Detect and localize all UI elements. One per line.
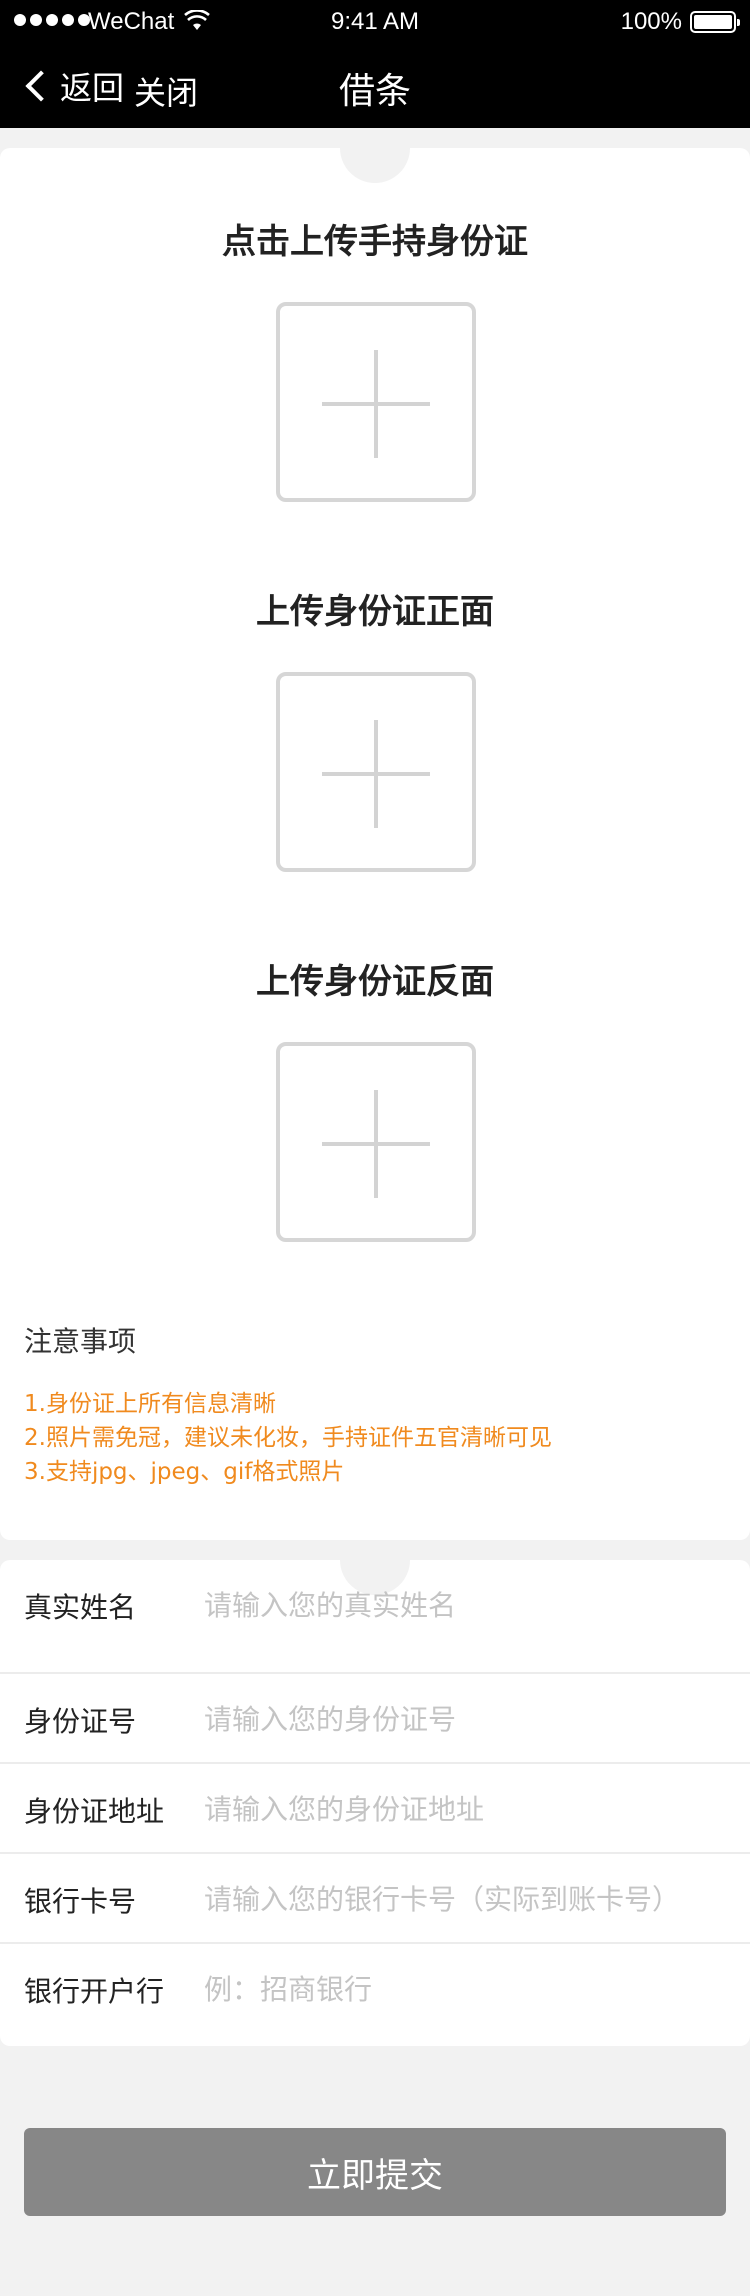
real-name-input[interactable]	[204, 1578, 724, 1632]
bank-card-label: 银行卡号	[24, 1885, 137, 1918]
notes-title: 注意事项	[24, 1325, 137, 1358]
card-notch	[340, 148, 410, 183]
id-address-input[interactable]	[204, 1782, 724, 1836]
form-row-bank-card: 银行卡号	[0, 1854, 750, 1944]
bank-card-input[interactable]	[204, 1872, 724, 1926]
submit-button[interactable]: 立即提交	[24, 2128, 726, 2216]
id-number-label: 身份证号	[24, 1705, 137, 1738]
upload-id-back-button[interactable]	[276, 1042, 476, 1242]
status-bar: WeChat 9:41 AM 100%	[0, 0, 750, 44]
form-row-bank-branch: 银行开户行	[0, 1944, 750, 2034]
upload-title-handheld-id: 点击上传手持身份证	[222, 222, 528, 262]
plus-icon-vertical	[374, 350, 378, 458]
id-address-label: 身份证地址	[24, 1795, 165, 1828]
real-name-label: 真实姓名	[24, 1591, 137, 1624]
plus-icon-vertical	[374, 720, 378, 828]
upload-title-id-front: 上传身份证正面	[256, 592, 494, 632]
battery-percent: 100%	[620, 8, 682, 35]
form-row-id-number: 身份证号	[0, 1674, 750, 1764]
note-line-2: 2.照片需免冠，建议未化妆，手持证件五官清晰可见	[24, 1425, 552, 1451]
info-form-card: 真实姓名 身份证号 身份证地址 银行卡号 银行开户行	[0, 1560, 750, 2046]
upload-handheld-id-button[interactable]	[276, 302, 476, 502]
upload-id-front-button[interactable]	[276, 672, 476, 872]
bank-branch-input[interactable]	[204, 1962, 724, 2016]
form-row-real-name: 真实姓名	[0, 1560, 750, 1650]
note-line-1: 1.身份证上所有信息清晰	[24, 1391, 276, 1417]
upload-title-id-back: 上传身份证反面	[256, 962, 494, 1002]
page-title: 借条	[338, 71, 411, 112]
bank-branch-label: 银行开户行	[24, 1975, 165, 2008]
nav-bar: 返回 关闭 借条	[0, 44, 750, 128]
form-row-id-address: 身份证地址	[0, 1764, 750, 1854]
id-number-input[interactable]	[204, 1692, 724, 1746]
battery-icon	[690, 11, 740, 33]
note-line-3: 3.支持jpg、jpeg、gif格式照片	[24, 1459, 345, 1485]
upload-card: 点击上传手持身份证 上传身份证正面 上传身份证反面 注意事项 1.身份证上所有信…	[0, 148, 750, 1540]
plus-icon-vertical	[374, 1090, 378, 1198]
